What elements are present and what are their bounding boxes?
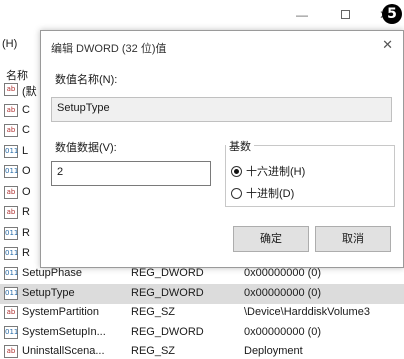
- title-bar: — ✕ 5: [0, 0, 404, 30]
- minimize-button[interactable]: —: [294, 7, 310, 23]
- maximize-icon: [340, 10, 350, 19]
- binary-value-icon: 011: [4, 165, 18, 178]
- value-name-field[interactable]: SetupType: [51, 97, 392, 122]
- value-type-cell: REG_DWORD: [131, 267, 204, 279]
- value-name-cell: SystemSetupIn...: [22, 325, 106, 338]
- radio-dec-label: 十进制(D): [246, 188, 295, 200]
- value-type-cell: REG_DWORD: [131, 325, 204, 338]
- string-value-icon: ab: [4, 306, 18, 319]
- binary-value-icon: 011: [4, 144, 18, 158]
- value-data-cell: Deployment: [244, 345, 303, 357]
- edit-dword-dialog: 编辑 DWORD (32 位)值 ✕ 数值名称(N): SetupType 数值…: [40, 30, 404, 268]
- value-name-cell: SetupPhase: [22, 267, 82, 279]
- value-name-cell: SetupType: [22, 286, 75, 299]
- value-type-cell: REG_DWORD: [131, 286, 204, 299]
- help-menu[interactable]: (H): [2, 38, 17, 50]
- radio-hex-icon: [231, 166, 242, 177]
- maximize-button[interactable]: [337, 7, 353, 23]
- list-item-name: C: [22, 103, 30, 116]
- value-data-label: 数值数据(V):: [55, 142, 117, 154]
- dialog-title: 编辑 DWORD (32 位)值: [51, 43, 167, 55]
- value-type-cell: REG_SZ: [131, 306, 176, 318]
- value-data-cell: \Device\HarddiskVolume3: [244, 306, 370, 318]
- list-item-name: L: [22, 144, 29, 157]
- list-item-name: O: [22, 185, 31, 198]
- table-row[interactable]: 011 SetupType REG_DWORD 0x00000000 (0): [0, 283, 404, 304]
- list-item-name: R: [22, 206, 30, 218]
- cancel-button[interactable]: 取消: [315, 226, 391, 252]
- base-group-title: 基数: [226, 138, 254, 154]
- value-type-cell: REG_SZ: [131, 345, 176, 357]
- value-data-cell: 0x00000000 (0): [244, 267, 322, 279]
- string-value-icon: ab: [4, 124, 18, 137]
- ok-button[interactable]: 确定: [233, 226, 309, 252]
- binary-value-icon: 011: [4, 267, 18, 280]
- table-row[interactable]: ab UninstallScena... REG_SZ Deployment: [0, 342, 404, 359]
- binary-value-icon: 011: [4, 226, 18, 240]
- radio-dec-icon: [231, 188, 242, 199]
- string-value-icon: ab: [4, 185, 18, 199]
- value-data-input[interactable]: 2: [51, 161, 211, 186]
- binary-value-icon: 011: [4, 325, 18, 339]
- radio-hexadecimal[interactable]: 十六进制(H): [231, 163, 305, 179]
- string-value-icon: ab: [4, 345, 18, 358]
- step-number-badge: 5: [382, 4, 402, 24]
- list-item-name: R: [22, 247, 30, 259]
- table-row[interactable]: ab SystemPartition REG_SZ \Device\HarddiskV…: [0, 303, 404, 323]
- binary-value-icon: 011: [4, 286, 18, 300]
- list-item-name: O: [22, 165, 31, 177]
- dialog-close-button[interactable]: ✕: [382, 37, 393, 53]
- list-item-name: (默: [22, 86, 37, 98]
- string-value-icon: ab: [4, 206, 18, 219]
- value-name-cell: SystemPartition: [22, 306, 100, 318]
- binary-value-icon: 011: [4, 247, 18, 260]
- value-name-label: 数值名称(N):: [55, 74, 118, 86]
- radio-hex-label: 十六进制(H): [246, 166, 306, 178]
- value-data-cell: 0x00000000 (0): [244, 286, 322, 299]
- table-row[interactable]: 011 SystemSetupIn... REG_DWORD 0x00000000 (…: [0, 323, 404, 343]
- string-value-icon: ab: [4, 103, 18, 117]
- list-item-name: R: [22, 226, 30, 239]
- list-item-name: C: [22, 124, 30, 136]
- string-value-icon: ab: [4, 83, 18, 96]
- value-name-cell: UninstallScena...: [22, 345, 105, 357]
- radio-decimal[interactable]: 十进制(D): [231, 185, 294, 201]
- value-data-cell: 0x00000000 (0): [244, 325, 322, 338]
